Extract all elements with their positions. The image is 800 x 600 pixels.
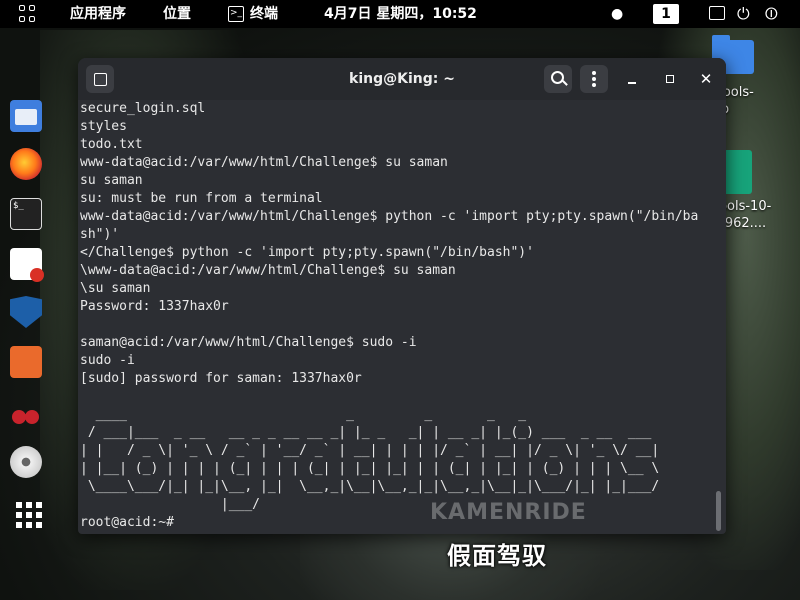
terminal-line: www-data@acid:/var/www/html/Challenge$ s…	[80, 155, 448, 170]
power-icon[interactable]: ⏻	[737, 0, 750, 28]
camera-icon[interactable]: ●	[611, 0, 623, 28]
terminal-line: |___/	[80, 497, 261, 512]
minimize-button[interactable]	[618, 65, 646, 93]
burpsuite-icon[interactable]	[10, 346, 42, 378]
search-button[interactable]	[544, 65, 572, 93]
metasploit-icon[interactable]	[10, 296, 42, 328]
terminal-line: todo.txt	[80, 137, 143, 152]
applications-menu[interactable]: 应用程序	[70, 0, 126, 28]
terminal-line: www-data@acid:/var/www/html/Challenge$ p…	[80, 209, 699, 224]
terminal-line: / ___|___ _ __ __ _ _ __ __ _| |_ _ _| |…	[80, 425, 652, 440]
apps-grid-icon[interactable]	[19, 5, 37, 23]
top-bar: 应用程序 位置 >_ 终端 4月7日 星期四，10:52 ● 1 ⏻ ⏼	[0, 0, 800, 28]
terminal-icon[interactable]: $_	[10, 198, 42, 230]
user-icon[interactable]: ⏼	[765, 0, 778, 28]
places-menu[interactable]: 位置	[163, 0, 191, 28]
terminal-line: | | / _ \| '_ \ / _` | '__/ _` | __| | |…	[80, 443, 660, 458]
clock[interactable]: 4月7日 星期四，10:52	[324, 0, 477, 28]
terminal-line: su: must be run from a terminal	[80, 191, 323, 206]
cherrytree-icon[interactable]	[10, 396, 42, 428]
terminal-output[interactable]: secure_login.sqlstyles todo.txt www-data@a…	[80, 100, 712, 532]
terminal-line: sudo -i	[80, 353, 135, 368]
title-bar[interactable]: king@King: ~ ✕	[78, 58, 726, 100]
close-button[interactable]: ✕	[692, 65, 720, 93]
terminal-line: | |__| (_) | | | | (_| | | | (_| | |_| |…	[80, 461, 660, 476]
terminal-window[interactable]: king@King: ~ ✕ secure_login.sqlstyles tod…	[78, 58, 726, 534]
terminal-line: root@acid:~#	[80, 515, 174, 530]
video-watermark: KAMENRIDE	[430, 500, 587, 525]
terminal-line: \____\___/|_| |_|\__, |_| \__,_|\__|\__,…	[80, 479, 660, 494]
terminal-line: secure_login.sql	[80, 101, 206, 116]
terminal-line: [sudo] password for saman: 1337hax0r	[80, 371, 362, 386]
terminal-line: ____ _ _ _ _	[80, 407, 527, 422]
menu-button[interactable]	[580, 65, 608, 93]
terminal-line: saman@acid:/var/www/html/Challenge$ sudo…	[80, 335, 417, 350]
terminal-line: Password: 1337hax0r	[80, 299, 229, 314]
new-tab-button[interactable]	[86, 65, 114, 93]
terminal-line: sh")'	[80, 227, 120, 242]
document-icon[interactable]	[10, 248, 44, 282]
show-apps-icon[interactable]	[10, 496, 42, 528]
message-icon[interactable]	[709, 6, 725, 20]
terminal-icon: >_	[228, 6, 244, 22]
video-subtitle: 假面驾驭	[447, 542, 547, 570]
terminal-line: \www-data@acid:/var/www/html/Challenge$ …	[80, 263, 456, 278]
maximize-button[interactable]	[656, 65, 684, 93]
scrollbar[interactable]	[716, 491, 721, 531]
workspace-indicator[interactable]: 1	[653, 4, 679, 24]
active-app-menu[interactable]: 终端	[250, 0, 278, 28]
terminal-line: </Challenge$ python -c 'import pty;pty.s…	[80, 245, 534, 260]
terminal-line: \su saman	[80, 281, 151, 296]
terminal-line: su saman	[80, 173, 143, 188]
files-icon[interactable]	[10, 100, 42, 132]
terminal-line: styles	[80, 119, 127, 134]
disc-icon[interactable]	[10, 446, 42, 478]
firefox-icon[interactable]	[10, 148, 42, 180]
